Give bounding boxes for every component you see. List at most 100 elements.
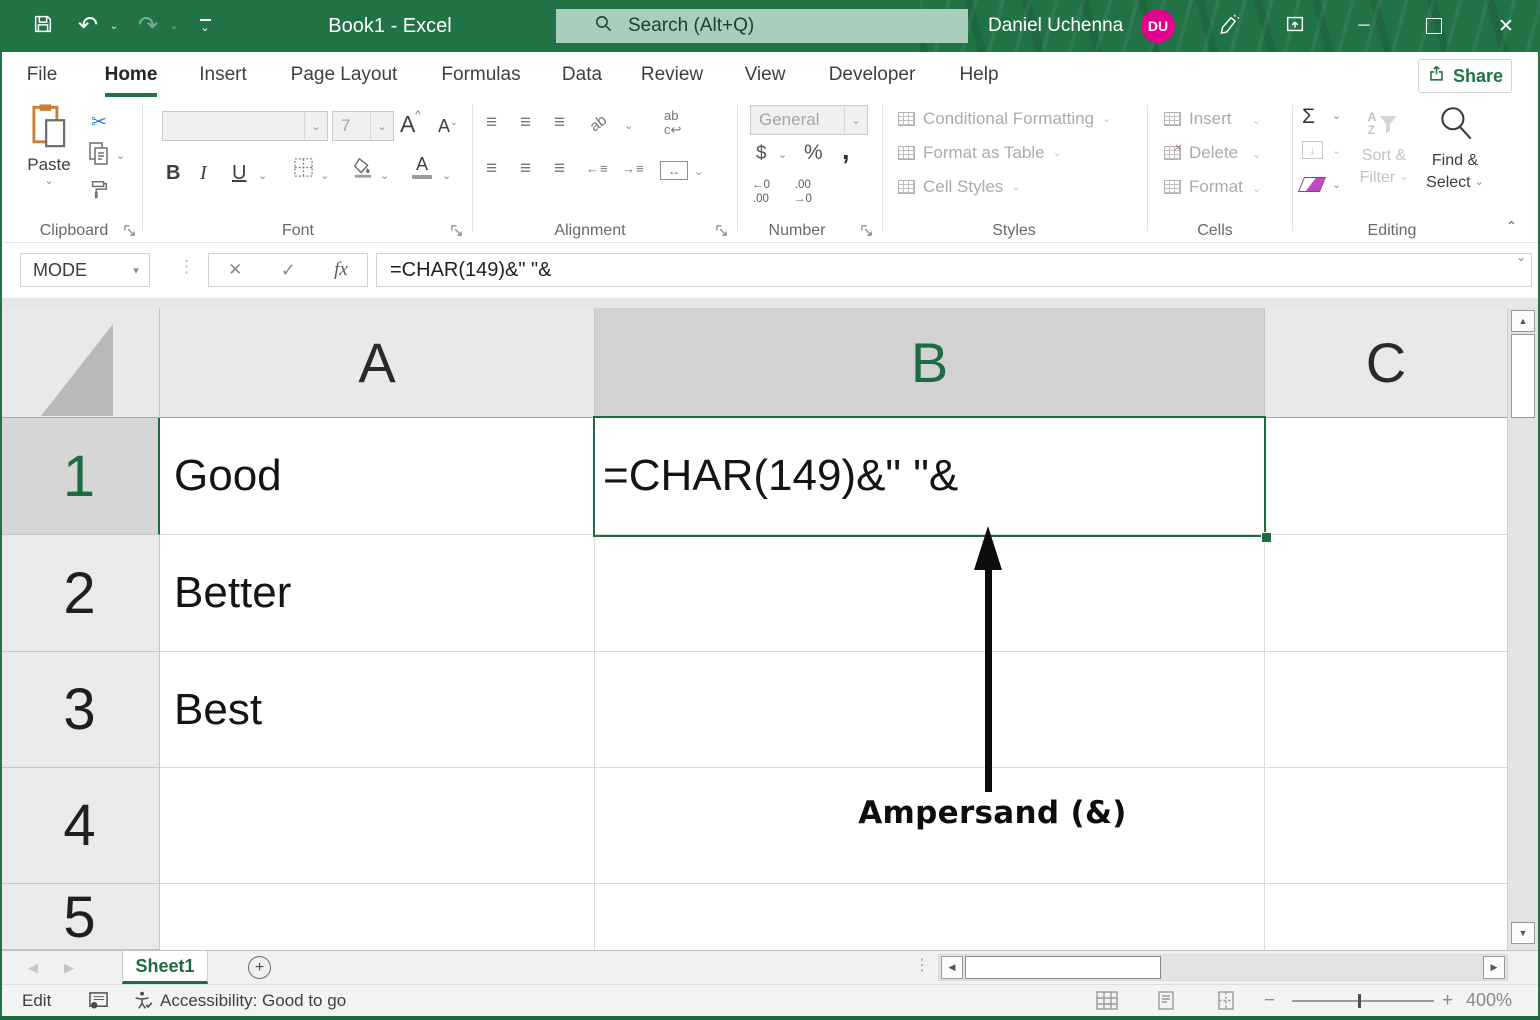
cancel-entry-button[interactable]: ✕ — [228, 260, 242, 280]
save-button[interactable] — [24, 0, 62, 52]
decrease-decimal-button[interactable]: .00→0 — [794, 179, 812, 207]
cut-button[interactable]: ✂ — [86, 109, 112, 135]
page-break-preview-button[interactable] — [1216, 985, 1236, 1016]
format-as-table-button[interactable]: Format as Table ⌄ — [898, 143, 1062, 163]
chevron-down-icon[interactable]: ⌄ — [844, 106, 867, 134]
align-right-button[interactable]: ≡ — [554, 159, 565, 178]
number-dialog-launcher[interactable] — [859, 223, 875, 239]
decrease-font-size-button[interactable]: A⌄ — [438, 116, 458, 137]
expand-formula-bar-button[interactable]: ⌄ — [1516, 251, 1526, 263]
align-center-button[interactable]: ≡ — [520, 159, 531, 178]
cell-B5[interactable] — [595, 884, 1265, 950]
tab-scrollbar-splitter[interactable]: ⋮ — [914, 958, 930, 974]
copy-button[interactable] — [86, 143, 112, 169]
conditional-formatting-button[interactable]: Conditional Formatting ⌄ — [898, 109, 1111, 129]
zoom-slider[interactable] — [1292, 1000, 1434, 1002]
copy-dropdown[interactable]: ⌄ — [116, 151, 125, 162]
decrease-indent-button[interactable]: ←≡ — [586, 161, 608, 176]
increase-font-size-button[interactable]: A^ — [400, 111, 421, 138]
minimize-button[interactable]: ─ — [1340, 0, 1388, 52]
bold-button[interactable]: B — [166, 155, 190, 185]
orientation-button[interactable]: ab — [590, 113, 607, 132]
row-header-2[interactable]: 2 — [0, 535, 160, 652]
row-header-3[interactable]: 3 — [0, 652, 160, 768]
quick-access-toolbar-menu[interactable]: ⌄ — [190, 0, 220, 52]
merge-center-dropdown[interactable]: ⌄ — [694, 167, 703, 178]
cell-B3[interactable] — [595, 652, 1265, 768]
format-painter-button[interactable] — [86, 179, 112, 205]
zoom-in-button[interactable]: + — [1442, 985, 1453, 1016]
cell-A3[interactable]: Best — [160, 652, 595, 768]
macro-record-button[interactable] — [88, 985, 109, 1016]
cell-C3[interactable] — [1265, 652, 1507, 768]
zoom-level[interactable]: 400% — [1466, 985, 1512, 1016]
undo-button[interactable]: ↶ — [70, 0, 106, 52]
fill-color-dropdown[interactable]: ⌄ — [380, 171, 389, 182]
enter-entry-button[interactable]: ✓ — [281, 260, 296, 281]
middle-align-button[interactable]: ≡ — [520, 113, 531, 132]
fill-handle[interactable] — [1261, 532, 1272, 543]
cell-C4[interactable] — [1265, 768, 1507, 884]
font-color-dropdown[interactable]: ⌄ — [442, 171, 451, 182]
clear-dropdown[interactable]: ⌄ — [1332, 180, 1341, 191]
font-color-button[interactable]: A — [410, 155, 434, 179]
align-left-button[interactable]: ≡ — [486, 159, 497, 178]
redo-button[interactable]: ↷ — [130, 0, 166, 52]
formula-input[interactable]: =CHAR(149)&" "& — [376, 253, 1532, 287]
chevron-down-icon[interactable]: ⌄ — [370, 112, 393, 140]
cell-A1[interactable]: Good — [160, 418, 595, 535]
comma-style-button[interactable]: , — [842, 135, 850, 166]
cell-C2[interactable] — [1265, 535, 1507, 652]
tab-help[interactable]: Help — [950, 52, 1008, 97]
close-button[interactable]: ✕ — [1482, 0, 1530, 52]
feedback-button[interactable] — [1208, 0, 1250, 52]
avatar[interactable]: DU — [1141, 9, 1175, 43]
formula-bar-splitter[interactable]: ⋮ — [178, 258, 195, 275]
horizontal-scrollbar[interactable]: ◀ ▶ — [938, 954, 1508, 981]
ribbon-display-options-button[interactable] — [1274, 0, 1316, 52]
insert-dropdown[interactable]: ⌄ — [1252, 114, 1261, 127]
insert-function-button[interactable]: fx — [334, 259, 348, 281]
percent-style-button[interactable]: % — [804, 141, 823, 165]
normal-view-button[interactable] — [1096, 985, 1118, 1016]
select-all-corner[interactable] — [0, 308, 160, 418]
sort-filter-button[interactable]: AZ Sort & Filter⌄ — [1352, 103, 1416, 188]
delete-cells-button[interactable]: ✕ Delete — [1164, 143, 1238, 163]
cell-C1[interactable] — [1265, 418, 1507, 535]
wrap-text-button[interactable]: ab c↩ — [664, 109, 681, 138]
maximize-button[interactable] — [1410, 0, 1458, 52]
tab-insert[interactable]: Insert — [187, 52, 259, 97]
top-align-button[interactable]: ≡ — [486, 113, 497, 132]
column-header-a[interactable]: A — [160, 308, 595, 418]
increase-indent-button[interactable]: →≡ — [622, 161, 644, 176]
fill-button[interactable]: ↓ — [1302, 141, 1323, 159]
zoom-slider-thumb[interactable] — [1358, 994, 1361, 1008]
name-box-dropdown[interactable]: ▾ — [123, 264, 149, 277]
merge-center-button[interactable]: ↔ — [660, 161, 688, 180]
scroll-right-button[interactable]: ▶ — [1483, 956, 1505, 979]
clear-button[interactable] — [1298, 177, 1326, 192]
tab-view[interactable]: View — [736, 52, 794, 97]
fill-dropdown[interactable]: ⌄ — [1332, 146, 1341, 157]
previous-sheet-button[interactable]: ◀ — [28, 951, 38, 984]
page-layout-view-button[interactable] — [1156, 985, 1176, 1016]
vertical-scroll-thumb[interactable] — [1511, 334, 1535, 418]
collapse-ribbon-button[interactable]: ⌄ — [1506, 219, 1517, 232]
insert-cells-button[interactable]: Insert — [1164, 109, 1232, 129]
sheet-tab-sheet1[interactable]: Sheet1 — [122, 951, 208, 984]
zoom-out-button[interactable]: − — [1264, 985, 1275, 1016]
tab-review[interactable]: Review — [633, 52, 711, 97]
tab-developer[interactable]: Developer — [820, 52, 924, 97]
underline-dropdown[interactable]: ⌄ — [258, 171, 267, 182]
cell-C5[interactable] — [1265, 884, 1507, 950]
account-name[interactable]: Daniel Uchenna — [988, 0, 1123, 52]
tab-page-layout[interactable]: Page Layout — [284, 52, 404, 97]
font-dialog-launcher[interactable] — [449, 223, 465, 239]
cell-A5[interactable] — [160, 884, 595, 950]
scroll-down-button[interactable]: ▼ — [1511, 922, 1535, 944]
autosum-dropdown[interactable]: ⌄ — [1332, 111, 1341, 122]
scroll-up-button[interactable]: ▲ — [1511, 310, 1535, 332]
accessibility-icon[interactable] — [132, 985, 154, 1016]
undo-dropdown[interactable]: ⌄ — [106, 0, 122, 52]
row-header-1[interactable]: 1 — [0, 418, 160, 535]
